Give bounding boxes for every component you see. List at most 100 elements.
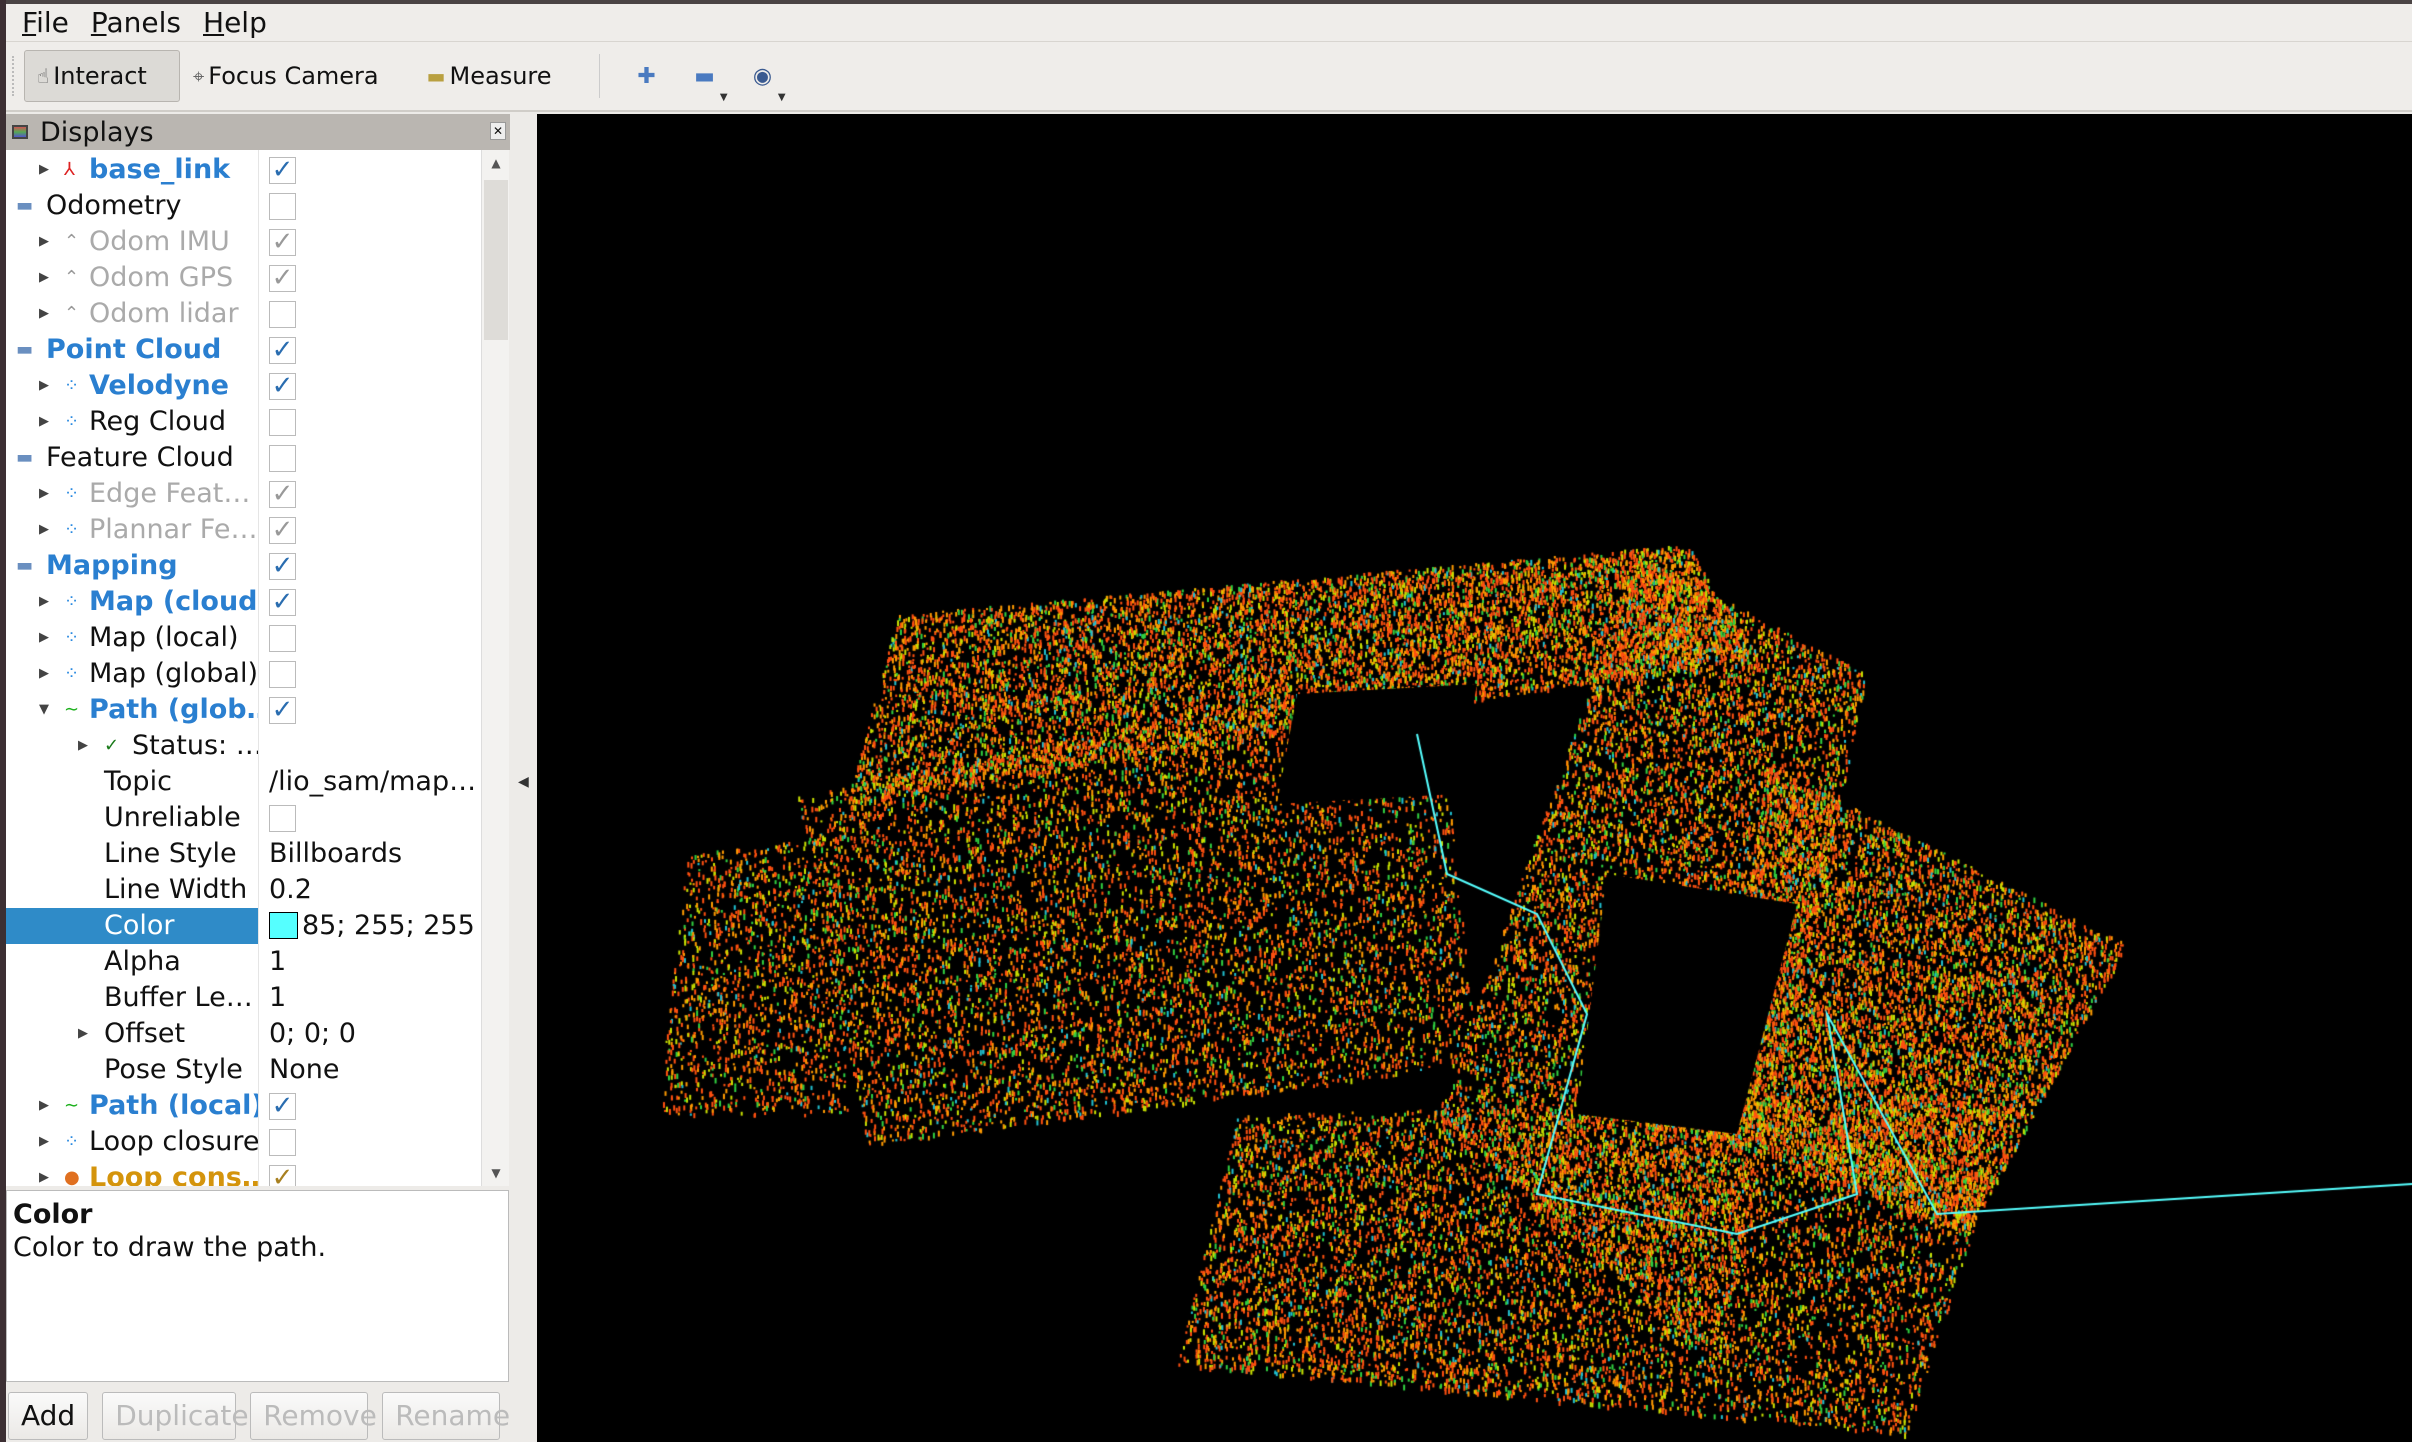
tree-row-name[interactable]: ▶ ⁘ Loop closure <box>6 1124 258 1160</box>
tree-row-value[interactable]: ✓ <box>259 224 481 260</box>
menu-file[interactable]: File <box>22 6 69 39</box>
tree-row[interactable]: ▶ ⁘ Map (local) <box>6 620 481 656</box>
tree-scrollbar[interactable]: ▲ ▼ <box>481 150 509 1186</box>
tree-row[interactable]: ▬ Mapping ✓ <box>6 548 481 584</box>
duplicate-button[interactable]: Duplicate <box>102 1392 249 1440</box>
rename-button[interactable]: Rename <box>382 1392 510 1440</box>
expand-arrow-icon[interactable]: ▶ <box>39 512 49 548</box>
tree-row[interactable]: ▬ Odometry <box>6 188 481 224</box>
tree-row-name[interactable]: ▬ Odometry <box>6 188 258 224</box>
tree-row-value[interactable] <box>259 656 481 692</box>
enable-checkbox[interactable]: ✓ <box>269 553 296 580</box>
enable-checkbox[interactable]: ✓ <box>269 229 296 256</box>
tree-row[interactable]: ▶ ⁘ Map (global) <box>6 656 481 692</box>
tree-row[interactable]: ▶ ⌃ Odom IMU ✓ <box>6 224 481 260</box>
expand-arrow-icon[interactable]: ▶ <box>39 476 49 512</box>
tree-row-name[interactable]: ▶ ⁘ Map (global) <box>6 656 258 692</box>
tree-row-value[interactable]: 1 <box>259 980 481 1016</box>
tree-row-value[interactable] <box>259 1124 481 1160</box>
tree-row-name[interactable]: Color <box>6 908 258 944</box>
tree-row-name[interactable]: ▶ ● Loop cons… <box>6 1160 258 1186</box>
tree-row-value[interactable]: 1 <box>259 944 481 980</box>
tree-row-value[interactable]: ✓ <box>259 548 481 584</box>
collapse-arrow-icon[interactable]: ◀ <box>518 774 529 790</box>
tree-row-name[interactable]: ▶ ⌃ Odom lidar <box>6 296 258 332</box>
tree-row-name[interactable]: ▶ ⌃ Odom IMU <box>6 224 258 260</box>
tree-row[interactable]: ▶ ⅄ base_link ✓ <box>6 152 481 188</box>
tree-row-value[interactable]: ✓ <box>259 152 481 188</box>
tree-row[interactable]: ▶ ⌃ Odom lidar <box>6 296 481 332</box>
camera-type-button[interactable]: ◉ ▼ <box>734 64 792 103</box>
enable-checkbox[interactable]: ✓ <box>269 373 296 400</box>
tree-row[interactable]: ▶ ⁘ Velodyne ✓ <box>6 368 481 404</box>
expand-arrow-icon[interactable]: ▶ <box>39 404 49 440</box>
scroll-up-arrow-icon[interactable]: ▲ <box>482 156 510 170</box>
tree-row-name[interactable]: ▬ Mapping <box>6 548 258 584</box>
tree-row-name[interactable]: Alpha <box>6 944 258 980</box>
enable-checkbox[interactable] <box>269 409 296 436</box>
tree-row-value[interactable]: 0.2 <box>259 872 481 908</box>
add-tool-button[interactable]: ✚ <box>618 64 676 89</box>
expand-arrow-icon[interactable]: ▶ <box>39 260 49 296</box>
enable-checkbox[interactable] <box>269 625 296 652</box>
enable-checkbox[interactable]: ✓ <box>269 1165 296 1186</box>
expand-arrow-icon[interactable]: ▶ <box>39 1160 49 1186</box>
enable-checkbox[interactable]: ✓ <box>269 481 296 508</box>
tree-row-name[interactable]: ▬ Point Cloud <box>6 332 258 368</box>
tree-row-value[interactable] <box>259 404 481 440</box>
tree-row[interactable]: Line Width 0.2 <box>6 872 481 908</box>
tree-row-name[interactable]: ▶ ∼ Path (local) <box>6 1088 258 1124</box>
tree-row-name[interactable]: Line Width <box>6 872 258 908</box>
tree-row[interactable]: Unreliable <box>6 800 481 836</box>
tree-row-name[interactable]: ▶ ⁘ Reg Cloud <box>6 404 258 440</box>
tree-row-value[interactable] <box>259 728 481 764</box>
enable-checkbox[interactable] <box>269 193 296 220</box>
tree-row-value[interactable] <box>259 800 481 836</box>
enable-checkbox[interactable] <box>269 1129 296 1156</box>
expand-arrow-icon[interactable]: ▶ <box>39 584 49 620</box>
tree-row-value[interactable]: Billboards <box>259 836 481 872</box>
tree-row[interactable]: Topic/lio_sam/map… <box>6 764 481 800</box>
enable-checkbox[interactable]: ✓ <box>269 517 296 544</box>
toolbar-grip[interactable] <box>12 56 16 96</box>
tree-row[interactable]: ▶ ⌃ Odom GPS ✓ <box>6 260 481 296</box>
enable-checkbox[interactable]: ✓ <box>269 265 296 292</box>
panel-splitter[interactable]: ◀ <box>512 114 536 1442</box>
tree-row[interactable]: Alpha 1 <box>6 944 481 980</box>
tree-row-name[interactable]: Pose Style <box>6 1052 258 1088</box>
tree-row-value[interactable]: ✓ <box>259 1088 481 1124</box>
dropdown-arrow-icon[interactable]: ▼ <box>720 92 728 103</box>
tree-row[interactable]: ▶ Offset 0; 0; 0 <box>6 1016 481 1052</box>
tree-row[interactable]: ▶ ∼ Path (local) ✓ <box>6 1088 481 1124</box>
tree-row-name[interactable]: ▶ ⁘ Velodyne <box>6 368 258 404</box>
focus-camera-tool-button[interactable]: ⌖ Focus Camera <box>180 50 392 102</box>
expand-arrow-icon[interactable]: ▶ <box>39 620 49 656</box>
enable-checkbox[interactable]: ✓ <box>269 589 296 616</box>
enable-checkbox[interactable] <box>269 445 296 472</box>
expand-arrow-icon[interactable]: ▶ <box>39 368 49 404</box>
tree-row[interactable]: ▶ ⁘ Plannar Fe… ✓ <box>6 512 481 548</box>
tree-row-value[interactable]: ✓ <box>259 512 481 548</box>
expand-arrow-icon[interactable]: ▶ <box>78 1016 88 1052</box>
tree-row-value[interactable]: None <box>259 1052 481 1088</box>
dropdown-arrow-icon[interactable]: ▼ <box>778 92 786 103</box>
tree-row-name[interactable]: ▶ ⁘ Plannar Fe… <box>6 512 258 548</box>
expand-arrow-icon[interactable]: ▶ <box>39 152 49 188</box>
3d-viewport[interactable] <box>537 114 2412 1442</box>
tree-row-value[interactable]: ✓ <box>259 260 481 296</box>
tree-row-value[interactable]: 0; 0; 0 <box>259 1016 481 1052</box>
tree-row[interactable]: ▶ ⁘ Map (cloud) ✓ <box>6 584 481 620</box>
tree-row-name[interactable]: ▬ Feature Cloud <box>6 440 258 476</box>
tree-row-value[interactable]: ✓ <box>259 584 481 620</box>
expand-arrow-icon[interactable]: ▶ <box>39 1088 49 1124</box>
enable-checkbox[interactable]: ✓ <box>269 337 296 364</box>
tree-row-name[interactable]: Buffer Le… <box>6 980 258 1016</box>
menu-help[interactable]: Help <box>203 6 267 39</box>
enable-checkbox[interactable]: ✓ <box>269 697 296 724</box>
tree-row[interactable]: Color 85; 255; 255 <box>6 908 481 944</box>
tree-row-value[interactable]: ✓ <box>259 692 481 728</box>
tree-row-name[interactable]: ▼ ∼ Path (glob… <box>6 692 258 728</box>
interact-tool-button[interactable]: ☝ Interact <box>24 50 180 102</box>
tree-row-value[interactable]: ✓ <box>259 332 481 368</box>
tree-row[interactable]: Line Style Billboards <box>6 836 481 872</box>
